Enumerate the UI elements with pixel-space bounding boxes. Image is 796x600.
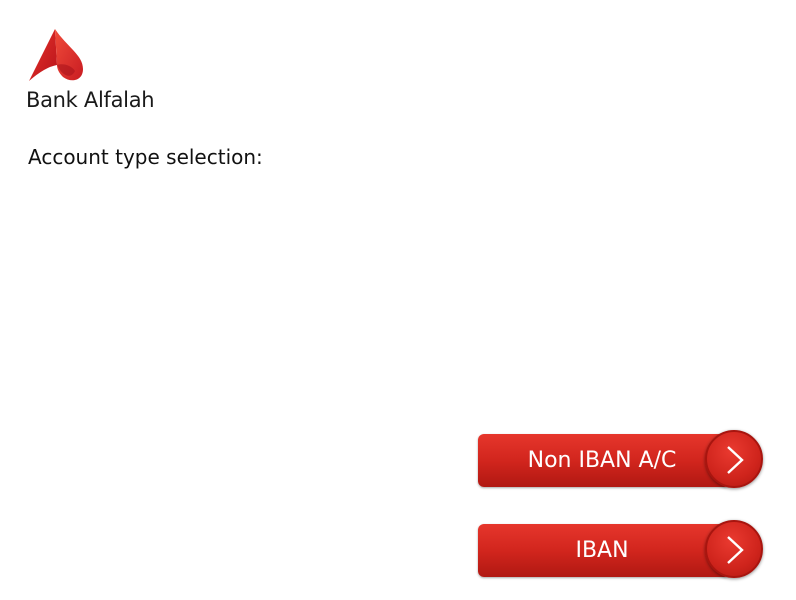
iban-arrow-button[interactable] [705, 520, 763, 578]
bank-alfalah-logo-mark-icon [29, 29, 83, 81]
iban-account-button[interactable]: IBAN [478, 520, 767, 582]
iban-button-label[interactable]: IBAN [478, 524, 726, 577]
chevron-right-icon [727, 446, 744, 474]
non-iban-account-button[interactable]: Non IBAN A/C [478, 430, 767, 492]
non-iban-button-label[interactable]: Non IBAN A/C [478, 434, 726, 487]
page-title: Account type selection: [28, 145, 263, 169]
bank-logo: Bank Alfalah [26, 26, 176, 116]
chevron-right-icon [727, 536, 744, 564]
brand-name: Bank Alfalah [26, 88, 155, 112]
non-iban-arrow-button[interactable] [705, 430, 763, 488]
